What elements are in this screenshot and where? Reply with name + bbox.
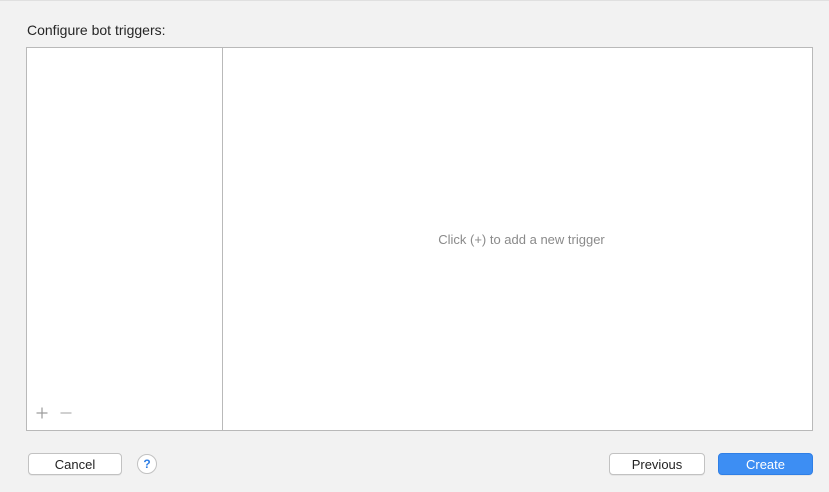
dialog-heading: Configure bot triggers:	[27, 22, 166, 38]
empty-state-hint: Click (+) to add a new trigger	[438, 231, 605, 247]
plus-icon[interactable]	[33, 404, 51, 422]
minus-icon[interactable]	[57, 404, 75, 422]
trigger-detail-pane: Click (+) to add a new trigger	[223, 48, 812, 430]
trigger-list[interactable]	[27, 48, 223, 430]
list-controls	[33, 404, 75, 422]
plus-icon-glyph	[36, 407, 48, 419]
configure-triggers-sheet: Configure bot triggers: Click (+) to add…	[0, 0, 829, 492]
previous-button[interactable]: Previous	[609, 453, 705, 475]
create-button[interactable]: Create	[718, 453, 813, 475]
cancel-button[interactable]: Cancel	[28, 453, 122, 475]
help-button[interactable]: ?	[137, 454, 157, 474]
minus-icon-glyph	[60, 412, 72, 414]
trigger-editor: Click (+) to add a new trigger	[26, 47, 813, 431]
